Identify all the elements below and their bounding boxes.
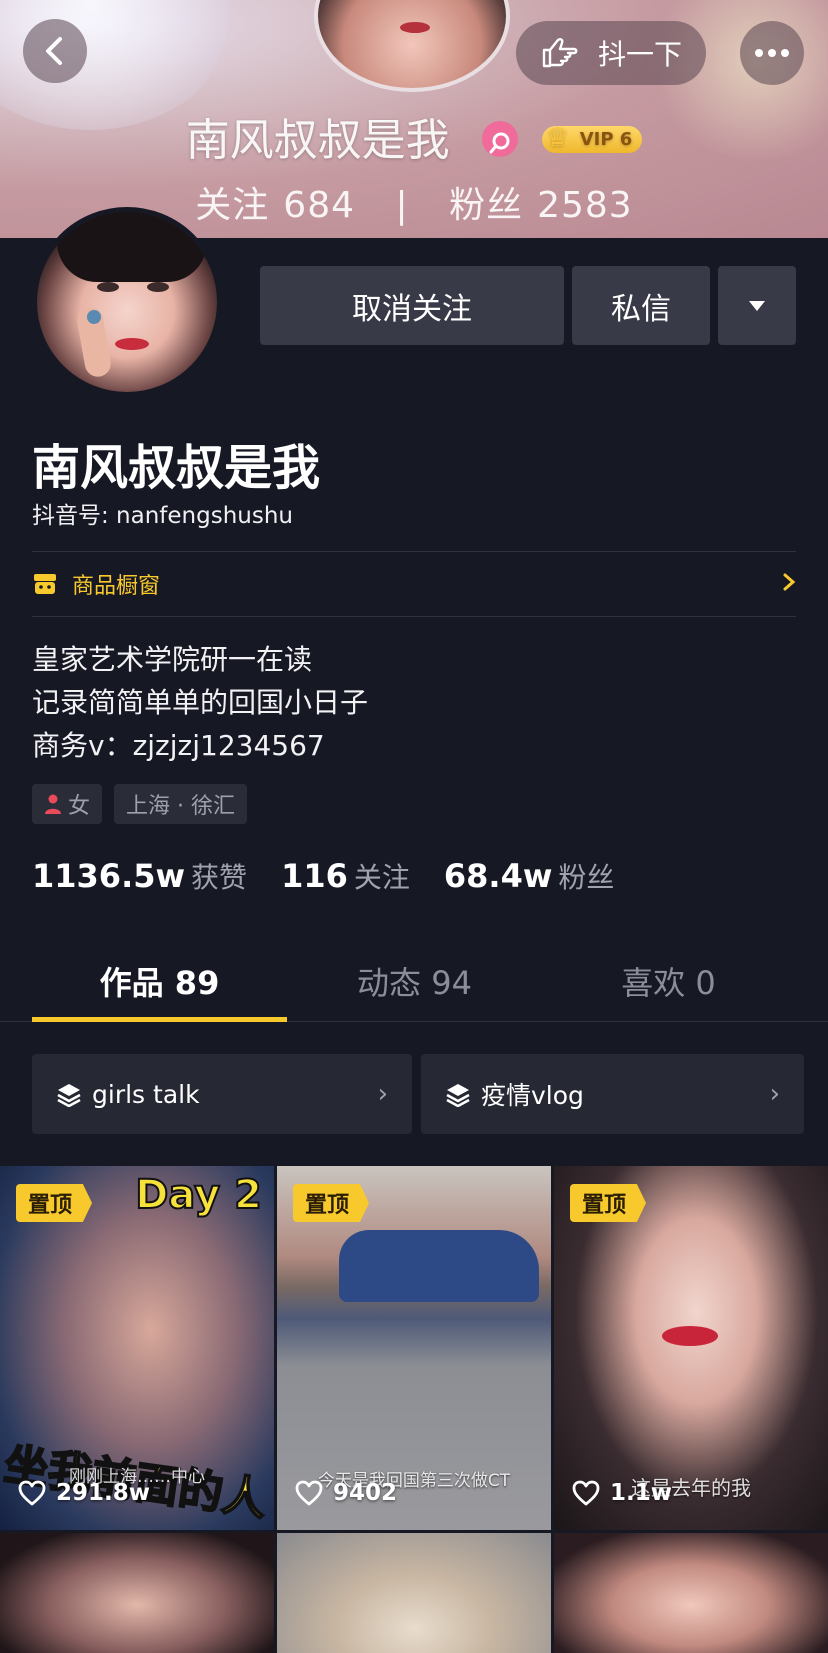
tab-works[interactable]: 作品 89 (32, 958, 287, 1004)
collection-label: girls talk (92, 1079, 200, 1109)
ellipsis-icon (755, 49, 789, 57)
divider (32, 616, 796, 617)
bio-line: 皇家艺术学院研一在读 (32, 643, 313, 676)
banner-name: 南风叔叔是我 (185, 115, 450, 166)
hand-point-icon (542, 38, 578, 68)
avatar[interactable] (32, 207, 222, 397)
bio-line: 商务v：zjzjzj1234567 (32, 729, 325, 762)
banner-avatar (314, 0, 510, 92)
chevron-right-icon: › (769, 1079, 780, 1109)
shop-label: 商品橱窗 (72, 574, 161, 599)
likes-count: 291.8w (56, 1480, 150, 1506)
caret-down-icon (749, 300, 765, 311)
heart-icon (572, 1480, 600, 1506)
heart-icon (18, 1480, 46, 1506)
banner-separator: | (395, 185, 409, 226)
banner-following-count: 684 (283, 185, 356, 226)
back-button[interactable] (23, 19, 87, 83)
location-tag: 上海 · 徐汇 (114, 784, 247, 824)
active-tab-indicator (32, 1017, 287, 1022)
video-tile[interactable]: Day 2 坐我前面的人 刚刚上海……中心 置顶 291.8w (0, 1166, 274, 1530)
shop-window-row[interactable]: 商品橱窗 (32, 552, 796, 616)
likes-count: 9402 (333, 1480, 398, 1506)
video-likes: 291.8w (18, 1480, 150, 1506)
chevron-left-icon (46, 37, 62, 65)
bio-line: 记录简简单单的回国小日子 (32, 686, 369, 719)
video-tile[interactable] (277, 1533, 551, 1653)
pinned-badge: 置顶 (293, 1184, 370, 1222)
message-button[interactable]: 私信 (572, 266, 710, 345)
banner-title: 南风叔叔是我 ♛ VIP 6 (0, 104, 828, 168)
banner-fans-count: 2583 (537, 185, 633, 226)
tab-moments[interactable]: 动态 94 (287, 958, 542, 1004)
banner-fans-label: 粉丝 (449, 185, 524, 226)
likes-label: 获赞 (191, 861, 248, 894)
fans-count[interactable]: 68.4w (444, 857, 553, 895)
chevron-right-icon: › (377, 1079, 388, 1109)
douyin-id: 抖音号: nanfengshushu (32, 503, 294, 529)
shake-label: 抖一下 (597, 38, 682, 71)
collection-girls-talk[interactable]: girls talk › (32, 1054, 412, 1134)
collection-epidemic-vlog[interactable]: 疫情vlog › (421, 1054, 804, 1134)
video-likes: 1.1w (572, 1480, 672, 1506)
gender-label: 女 (68, 794, 91, 819)
more-options-button[interactable] (740, 21, 804, 85)
vip-label: VIP 6 (579, 128, 633, 150)
profile-banner: 抖一下 南风叔叔是我 ♛ VIP 6 关注 684 | 粉丝 2583 (0, 0, 828, 238)
video-tile[interactable] (0, 1533, 274, 1653)
video-tile[interactable]: 今天是我回国第三次做CT 置顶 9402 (277, 1166, 551, 1530)
profile-stats: 1136.5w 获赞 116 关注 68.4w 粉丝 (32, 856, 648, 896)
video-overlay-title: Day 2 (134, 1171, 263, 1219)
gender-tag: 女 (32, 784, 103, 824)
pinned-badge: 置顶 (16, 1184, 93, 1222)
female-person-icon (45, 794, 61, 814)
video-likes: 9402 (295, 1480, 397, 1506)
unfollow-button[interactable]: 取消关注 (260, 266, 564, 345)
following-count[interactable]: 116 (281, 857, 348, 895)
crown-icon: ♛ (545, 122, 569, 153)
pinned-badge: 置顶 (570, 1184, 647, 1222)
car-shape (339, 1230, 539, 1302)
profile-name: 南风叔叔是我 (32, 440, 321, 496)
likes-count: 1.1w (610, 1480, 672, 1506)
fans-label[interactable]: 粉丝 (558, 856, 614, 896)
dropdown-button[interactable] (718, 266, 796, 345)
layers-icon (446, 1084, 470, 1107)
collection-label: 疫情vlog (481, 1081, 584, 1110)
tab-likes[interactable]: 喜欢 0 (541, 958, 796, 1004)
search-badge-icon (481, 121, 518, 157)
shake-button[interactable]: 抖一下 (516, 21, 706, 85)
lips-shape (662, 1326, 718, 1346)
chevron-right-icon (782, 570, 796, 598)
bio: 皇家艺术学院研一在读 记录简简单单的回国小日子 商务v：zjzjzj123456… (32, 638, 368, 767)
likes-count: 1136.5w (32, 857, 186, 895)
following-label[interactable]: 关注 (354, 856, 410, 896)
vip-badge: ♛ VIP 6 (541, 122, 643, 153)
video-tile[interactable] (554, 1533, 828, 1653)
layers-icon (57, 1084, 81, 1107)
video-tile[interactable]: 这是去年的我 置顶 1.1w (554, 1166, 828, 1530)
shop-icon (34, 574, 56, 594)
heart-icon (295, 1480, 323, 1506)
